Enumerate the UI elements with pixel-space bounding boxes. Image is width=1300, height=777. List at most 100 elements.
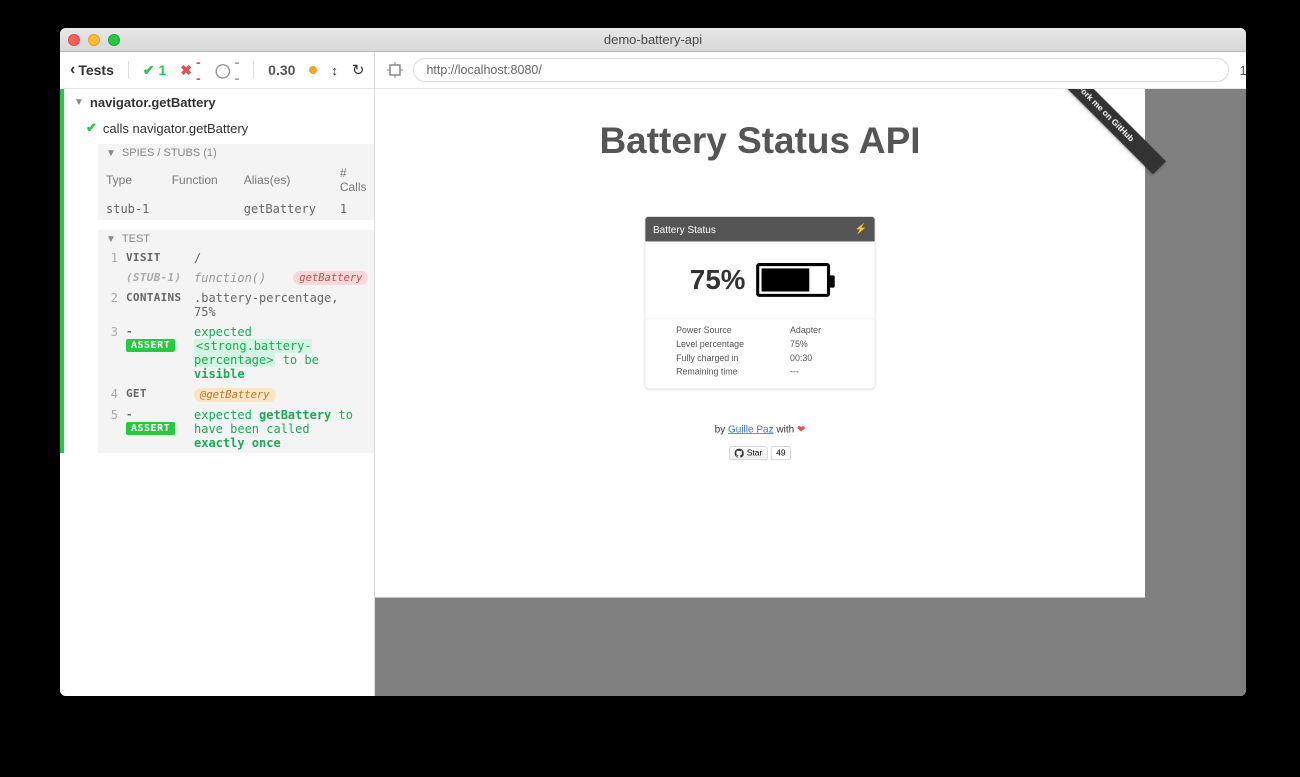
assert-badge: ASSERT <box>126 422 175 435</box>
auto-scroll-toggle[interactable]: ↕ <box>331 63 338 78</box>
caret-down-icon: ▼ <box>106 234 116 245</box>
suite-title-row[interactable]: ▼ navigator.getBattery <box>64 89 374 116</box>
card-body: 75% <box>646 241 875 318</box>
github-star-button[interactable]: Star <box>730 446 769 460</box>
page-title: Battery Status API <box>375 89 1145 162</box>
github-star-count[interactable]: 49 <box>771 446 791 460</box>
command-name: - ASSERT <box>126 325 186 352</box>
command-name: CONTAINS <box>126 291 186 304</box>
selector-playground-button[interactable] <box>387 62 403 78</box>
table-header-row: Type Function Alias(es) # Calls <box>98 162 374 198</box>
table-row[interactable]: stub-1 getBattery 1 <box>98 198 374 220</box>
stats-passed: ✔ 1 <box>143 62 167 79</box>
caret-down-icon: ▼ <box>74 97 84 108</box>
viewport-info: 1000 x 660 (83%) ⓘ <box>1239 61 1246 80</box>
chevron-left-icon: ‹ <box>70 62 75 78</box>
test-title-row[interactable]: ✔ calls navigator.getBattery <box>64 116 374 140</box>
test-header-label: TEST <box>122 233 150 245</box>
command-number: 2 <box>106 291 118 305</box>
failed-count: -- <box>196 54 201 86</box>
traffic-lights <box>68 34 120 46</box>
col-type: Type <box>98 162 164 198</box>
battery-fill <box>762 268 809 291</box>
col-calls: # Calls <box>332 162 375 198</box>
test-name: calls navigator.getBattery <box>103 121 248 136</box>
duration: 0.30 <box>268 62 295 78</box>
titlebar: demo-battery-api <box>60 28 1246 52</box>
reporter-pane: ‹ Tests ✔ 1 ✖ -- ◯ -- 0.30 <box>60 52 375 696</box>
battery-percentage: 75% <box>690 264 745 296</box>
maximize-window-button[interactable] <box>108 34 120 46</box>
detail-label: Level percentage <box>677 340 791 349</box>
aut-iframe-container: Fork me on GitHub Battery Status API Bat… <box>375 89 1246 696</box>
reporter-toolbar: ‹ Tests ✔ 1 ✖ -- ◯ -- 0.30 <box>60 52 374 89</box>
close-window-button[interactable] <box>68 34 80 46</box>
cell-type: stub-1 <box>98 198 164 220</box>
github-icon <box>735 449 744 458</box>
author-link[interactable]: Guille Paz <box>728 423 774 435</box>
url-text: http://localhost:8080/ <box>426 63 541 77</box>
col-function: Function <box>164 162 236 198</box>
toolbar-right: ↕ ↻ <box>309 61 364 79</box>
command-name: VISIT <box>126 251 186 264</box>
detail-row: Power SourceAdapter <box>677 324 845 338</box>
byline-pre: by <box>715 423 728 435</box>
alias-pill: @getBattery <box>194 388 276 402</box>
command-number: 5 <box>106 408 118 422</box>
cell-function <box>164 198 236 220</box>
star-label: Star <box>747 449 763 458</box>
check-icon: ✔ <box>143 62 155 79</box>
detail-value: 00:30 <box>791 354 845 363</box>
command-row[interactable]: 1 VISIT / <box>98 248 374 268</box>
card-title: Battery Status <box>653 223 716 235</box>
url-bar: http://localhost:8080/ 1000 x 660 (83%) … <box>375 52 1246 89</box>
command-row[interactable]: 5 - ASSERT expected getBattery to have b… <box>98 405 374 453</box>
heart-icon: ❤ <box>797 423 805 435</box>
github-star-widget: Star 49 <box>730 446 792 460</box>
command-name: - ASSERT <box>126 408 186 435</box>
col-alias: Alias(es) <box>236 162 332 198</box>
url-input[interactable]: http://localhost:8080/ <box>413 58 1229 82</box>
detail-value: 75% <box>791 340 845 349</box>
command-row[interactable]: 4 GET @getBattery <box>98 384 374 405</box>
circle-icon: ◯ <box>215 62 231 79</box>
command-message: .battery-percentage, 75% <box>194 291 366 319</box>
command-log: 1 VISIT / (STUB-1) function() getBattery… <box>98 248 374 453</box>
viewport-size: 1000 x 660 <box>1239 63 1246 78</box>
passed-count: 1 <box>158 62 166 78</box>
command-name: GET <box>126 387 186 400</box>
detail-value: --- <box>791 368 845 377</box>
stats-failed: ✖ -- <box>180 54 201 86</box>
x-icon: ✖ <box>180 62 192 79</box>
command-message: expected <strong.battery-percentage> to … <box>194 325 366 381</box>
back-to-tests-button[interactable]: ‹ Tests <box>70 62 114 78</box>
detail-value: Adapter <box>791 326 845 335</box>
detail-label: Remaining time <box>677 368 791 377</box>
spies-header-label: SPIES / STUBS (1) <box>122 147 217 159</box>
back-label: Tests <box>78 62 114 78</box>
spec-list: ▼ navigator.getBattery ✔ calls navigator… <box>60 89 374 696</box>
cell-alias: getBattery <box>236 198 332 220</box>
card-header: Battery Status ⚡ <box>646 217 875 242</box>
command-row[interactable]: 3 - ASSERT expected <strong.battery-perc… <box>98 322 374 384</box>
card-details: Power SourceAdapter Level percentage75% … <box>646 319 875 388</box>
aut-page: Fork me on GitHub Battery Status API Bat… <box>375 89 1145 597</box>
detail-label: Fully charged in <box>677 354 791 363</box>
spies-section-header[interactable]: ▼ SPIES / STUBS (1) <box>98 144 374 162</box>
command-number: 1 <box>106 251 118 265</box>
command-row[interactable]: (STUB-1) function() getBattery <box>98 268 374 288</box>
battery-icon <box>757 263 831 297</box>
pending-count: -- <box>235 54 240 86</box>
caret-down-icon: ▼ <box>106 148 116 159</box>
spies-table: Type Function Alias(es) # Calls stub-1 g… <box>98 162 374 220</box>
command-message: / <box>194 251 366 265</box>
detail-row: Level percentage75% <box>677 338 845 352</box>
byline-post: with <box>774 423 797 435</box>
status-dot-icon <box>309 66 317 74</box>
minimize-window-button[interactable] <box>88 34 100 46</box>
separator <box>253 61 254 79</box>
main-body: ‹ Tests ✔ 1 ✖ -- ◯ -- 0.30 <box>60 52 1246 696</box>
test-section-header[interactable]: ▼ TEST <box>98 230 374 248</box>
command-row[interactable]: 2 CONTAINS .battery-percentage, 75% <box>98 288 374 322</box>
reload-button[interactable]: ↻ <box>352 61 365 79</box>
